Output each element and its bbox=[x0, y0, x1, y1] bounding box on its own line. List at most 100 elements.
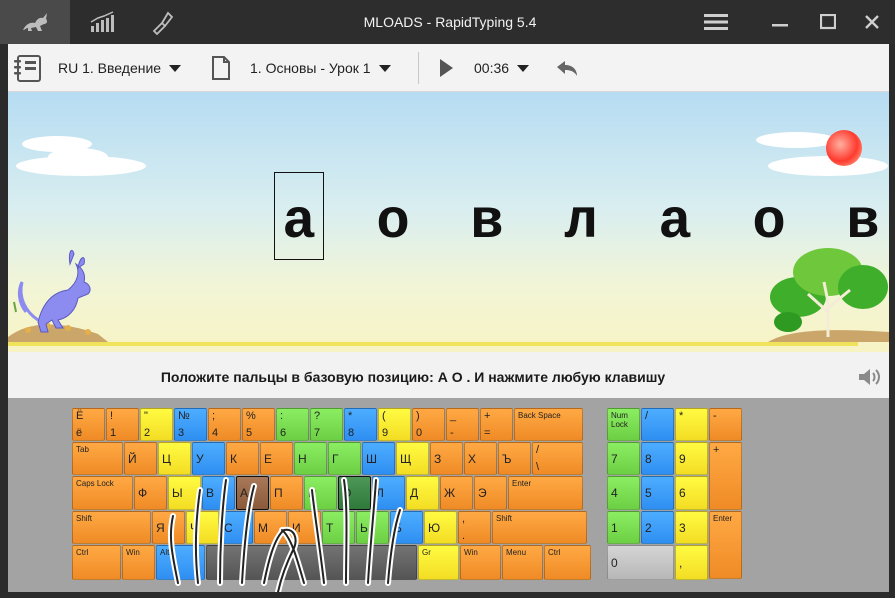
keyboard-key[interactable]: Ф bbox=[134, 476, 167, 510]
keyboard-key[interactable]: Win bbox=[122, 545, 155, 580]
keyboard-key[interactable]: 0 bbox=[607, 545, 674, 580]
keyboard-key[interactable]: Ь bbox=[356, 511, 389, 544]
keyboard-key[interactable]: :6 bbox=[276, 408, 309, 441]
keyboard-key[interactable]: 4 bbox=[607, 476, 640, 510]
key-label: 1 bbox=[611, 520, 618, 535]
keyboard-key[interactable]: + bbox=[709, 442, 742, 510]
keyboard-key[interactable]: Shift bbox=[72, 511, 151, 544]
keyboard-key[interactable]: О bbox=[338, 476, 371, 510]
keyboard-key[interactable]: % 5 bbox=[242, 408, 275, 441]
keyboard-key[interactable]: ! 1 bbox=[106, 408, 139, 441]
keyboard-key[interactable]: Gr bbox=[418, 545, 459, 580]
keyboard-key[interactable]: Г bbox=[328, 442, 361, 475]
keyboard-key[interactable]: № 3 bbox=[174, 408, 207, 441]
keyboard-key[interactable]: Ж bbox=[440, 476, 473, 510]
play-icon[interactable] bbox=[434, 44, 458, 92]
keyboard-key[interactable]: К bbox=[226, 442, 259, 475]
keyboard-key[interactable]: Д bbox=[406, 476, 439, 510]
speaker-icon[interactable] bbox=[856, 364, 882, 390]
keyboard-key[interactable]: ; 4 bbox=[208, 408, 241, 441]
keyboard-key[interactable] bbox=[206, 545, 417, 580]
editor-brush-icon[interactable] bbox=[138, 0, 188, 44]
keyboard-key[interactable]: В bbox=[202, 476, 235, 510]
keyboard-key[interactable]: Num Lock bbox=[607, 408, 640, 441]
key-label: Н bbox=[298, 451, 307, 466]
statistics-icon[interactable] bbox=[78, 0, 128, 44]
keyboard-key[interactable]: 3 bbox=[675, 511, 708, 544]
keyboard-key[interactable]: Л bbox=[372, 476, 405, 510]
keyboard-key[interactable]: + = bbox=[480, 408, 513, 441]
keyboard-key[interactable]: А bbox=[236, 476, 269, 510]
course-book-icon[interactable] bbox=[12, 44, 44, 92]
keyboard-key[interactable]: Х bbox=[464, 442, 497, 475]
keyboard-key[interactable]: Э bbox=[474, 476, 507, 510]
rabbit-logo-icon[interactable] bbox=[0, 0, 70, 44]
keyboard-key[interactable]: Щ bbox=[396, 442, 429, 475]
keyboard-key[interactable]: Я bbox=[152, 511, 185, 544]
keyboard-key[interactable]: ,. bbox=[458, 511, 491, 544]
keyboard-key[interactable]: Е bbox=[260, 442, 293, 475]
keyboard-key[interactable]: Ы bbox=[168, 476, 201, 510]
keyboard-key[interactable]: Enter bbox=[508, 476, 583, 510]
keyboard-key[interactable]: Ъ bbox=[498, 442, 531, 475]
keyboard-key[interactable]: М bbox=[254, 511, 287, 544]
keyboard-key[interactable]: 5 bbox=[641, 476, 674, 510]
keyboard-key[interactable]: Н bbox=[294, 442, 327, 475]
close-icon[interactable] bbox=[852, 0, 892, 44]
keyboard-key[interactable]: / \ bbox=[532, 442, 583, 475]
keyboard-key[interactable]: Tab bbox=[72, 442, 123, 475]
minimize-icon[interactable] bbox=[760, 0, 800, 44]
keyboard-key[interactable]: И bbox=[288, 511, 321, 544]
keyboard-key[interactable]: - bbox=[709, 408, 742, 441]
keyboard-key[interactable]: _ - bbox=[446, 408, 479, 441]
keyboard-key[interactable]: С bbox=[220, 511, 253, 544]
keyboard-key[interactable]: Ц bbox=[158, 442, 191, 475]
key-label: Tab bbox=[76, 445, 89, 454]
undo-icon[interactable] bbox=[552, 44, 580, 92]
lesson-dropdown[interactable]: 1. Основы - Урок 1 bbox=[250, 44, 391, 92]
menu-icon[interactable] bbox=[696, 0, 736, 44]
keyboard-key[interactable]: З bbox=[430, 442, 463, 475]
keyboard-key[interactable]: Ю bbox=[424, 511, 457, 544]
keyboard-key[interactable]: Ч bbox=[186, 511, 219, 544]
keyboard-key[interactable]: / bbox=[641, 408, 674, 441]
keyboard-key[interactable]: Win bbox=[460, 545, 501, 580]
keyboard-key[interactable]: У bbox=[192, 442, 225, 475]
keyboard-key[interactable]: , bbox=[675, 545, 708, 580]
keyboard-key[interactable]: П bbox=[270, 476, 303, 510]
keyboard-key[interactable]: Ctrl bbox=[544, 545, 591, 580]
keyboard-key[interactable]: Back Space bbox=[514, 408, 583, 441]
keyboard-key[interactable]: Shift bbox=[492, 511, 587, 544]
keyboard-key[interactable]: 6 bbox=[675, 476, 708, 510]
keyboard-key[interactable]: * 8 bbox=[344, 408, 377, 441]
keyboard-key[interactable]: * bbox=[675, 408, 708, 441]
key-label: Enter bbox=[512, 479, 532, 488]
keyboard-key[interactable]: 1 bbox=[607, 511, 640, 544]
keyboard-key[interactable]: Т bbox=[322, 511, 355, 544]
keyboard-key[interactable]: Ш bbox=[362, 442, 395, 475]
lesson-document-icon[interactable] bbox=[208, 44, 234, 92]
keyboard-key[interactable]: Enter bbox=[709, 511, 742, 579]
keyboard-key[interactable]: ) 0 bbox=[412, 408, 445, 441]
keyboard-key[interactable]: 2 bbox=[641, 511, 674, 544]
keyboard-key[interactable]: Menu bbox=[502, 545, 543, 580]
keyboard-key[interactable]: Caps Lock bbox=[72, 476, 133, 510]
keyboard-key[interactable]: 7 bbox=[607, 442, 640, 475]
maximize-icon[interactable] bbox=[808, 0, 848, 44]
keyboard-key[interactable]: " 2 bbox=[140, 408, 173, 441]
keyboard-key[interactable]: Р bbox=[304, 476, 337, 510]
key-label: Э bbox=[478, 486, 487, 500]
keyboard-key[interactable]: Б bbox=[390, 511, 423, 544]
course-dropdown[interactable]: RU 1. Введение bbox=[58, 44, 182, 92]
keyboard-key[interactable]: ? 7 bbox=[310, 408, 343, 441]
keyboard-key[interactable]: Й bbox=[124, 442, 157, 475]
key-label: ( bbox=[382, 410, 386, 422]
keyboard-key[interactable]: (9 bbox=[378, 408, 411, 441]
keyboard-key[interactable]: Ёё bbox=[72, 408, 105, 441]
keyboard-key[interactable]: Alt bbox=[156, 545, 205, 580]
title-bar: MLOADS - RapidTyping 5.4 bbox=[0, 0, 895, 44]
keyboard-key[interactable]: 9 bbox=[675, 442, 708, 475]
keyboard-key[interactable]: 8 bbox=[641, 442, 674, 475]
keyboard-key[interactable]: Ctrl bbox=[72, 545, 121, 580]
timer-dropdown[interactable]: 00:36 bbox=[474, 44, 530, 92]
